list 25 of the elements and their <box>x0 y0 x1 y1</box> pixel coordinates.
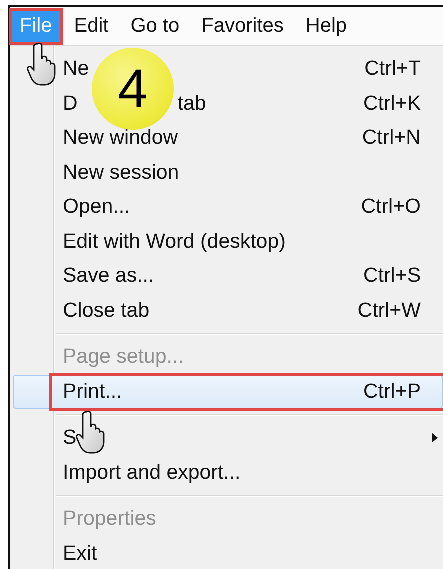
shortcut-label: Ctrl+W <box>358 298 421 323</box>
menu-item-label[interactable]: Print... <box>63 380 122 404</box>
menu-item-label[interactable]: Open... <box>63 195 130 220</box>
menu-item-label[interactable]: D <box>63 92 78 116</box>
menu-item-label[interactable]: New session <box>63 160 180 185</box>
menu-bar-item[interactable]: Edit <box>65 10 118 42</box>
menu-item-label[interactable]: Import and export... <box>63 460 241 485</box>
menu-item-label[interactable]: Exit <box>63 542 98 566</box>
menu-bar-item[interactable]: Help <box>296 10 356 42</box>
menu-item-label[interactable]: Save as... <box>63 264 154 288</box>
menu-item-label[interactable]: Close tab <box>63 298 150 323</box>
shortcut-label: Ctrl+O <box>361 195 421 220</box>
menu-item-label[interactable]: S <box>63 426 77 450</box>
shortcut-label: Ctrl+T <box>364 57 421 82</box>
shortcut-label: Ctrl+N <box>362 126 421 150</box>
shortcut-label: Ctrl+S <box>363 264 421 288</box>
menu-bar-item[interactable]: Favorites <box>192 10 293 42</box>
menu-bar-item[interactable]: Go to <box>122 10 189 42</box>
menu-item-label[interactable]: Edit with Word (desktop) <box>63 230 286 254</box>
menu-item-label[interactable]: tab <box>178 92 206 116</box>
menu-item-label[interactable]: Ne <box>63 57 90 82</box>
step-number-badge: 4 <box>92 48 174 130</box>
shortcut-label: Ctrl+P <box>363 380 421 404</box>
shortcut-label: Ctrl+K <box>363 92 421 116</box>
menu-item[interactable]: Print... Ctrl+P <box>13 374 443 409</box>
